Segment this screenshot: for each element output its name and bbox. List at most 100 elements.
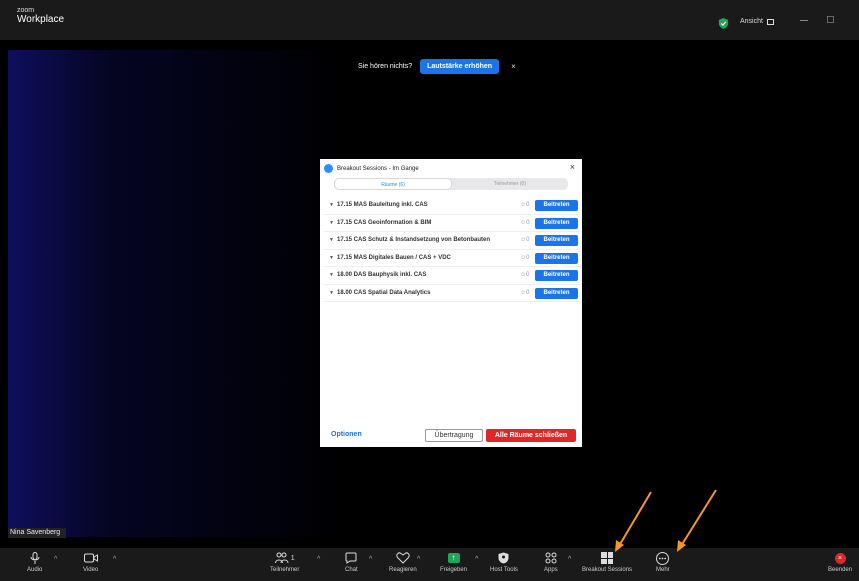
chat-bubble-icon: [345, 551, 357, 565]
audio-options-caret-icon[interactable]: ^: [54, 556, 57, 563]
chat-label: Chat: [345, 567, 358, 573]
room-participant-count: ☺0: [520, 237, 530, 244]
host-tools-button[interactable]: Host Tools: [490, 551, 518, 573]
room-name: 18.00 CAS Spatial Data Analytics: [337, 289, 431, 296]
room-count-value: 0: [526, 272, 530, 279]
audio-label: Audio: [27, 567, 43, 573]
react-options-caret-icon[interactable]: ^: [417, 556, 420, 563]
dialog-footer: Optionen Übertragung Alle Räume schließe…: [320, 429, 582, 443]
dialog-tabs: Räume (6) Teilnehmer (0): [334, 178, 568, 190]
end-label: Beenden: [828, 567, 853, 573]
view-button[interactable]: Ansicht: [740, 18, 774, 25]
join-room-button[interactable]: Beitreten: [535, 270, 578, 281]
join-room-button[interactable]: Beitreten: [535, 252, 578, 264]
join-room-button[interactable]: Beitreten: [535, 217, 578, 229]
participant-name-label: Nina Savenberg: [8, 528, 66, 538]
breakout-sessions-label: Breakout Sessions: [582, 567, 633, 573]
room-name: 17.15 CAS Schutz & Instandsetzung von Be…: [337, 237, 491, 244]
apps-button[interactable]: Apps: [544, 551, 558, 573]
dialog-title-text: Breakout Sessions - Im Gange: [337, 165, 419, 172]
maximize-icon[interactable]: [827, 16, 834, 23]
chat-options-caret-icon[interactable]: ^: [369, 556, 372, 563]
tab-participants[interactable]: Teilnehmer (0): [452, 178, 568, 190]
chat-button[interactable]: Chat: [345, 551, 358, 573]
more-button[interactable]: Mehr: [656, 551, 670, 573]
share-options-caret-icon[interactable]: ^: [475, 556, 478, 563]
room-name: 17.15 MAS Digitales Bauen / CAS + VDC: [337, 254, 451, 261]
close-all-rooms-button[interactable]: Alle Räume schließen: [486, 429, 576, 442]
room-item[interactable]: ▼ 17.15 CAS Schutz & Instandsetzung von …: [324, 232, 580, 250]
audio-button[interactable]: Audio: [27, 551, 42, 573]
join-room-button[interactable]: Beitreten: [535, 235, 578, 246]
room-item[interactable]: ▼ 17.15 CAS Geoinformation & BIM ☺0 Beit…: [324, 215, 580, 232]
heart-reaction-icon: [396, 551, 410, 565]
room-name: 17.15 CAS Geoinformation & BIM: [337, 219, 432, 226]
room-item[interactable]: ▼ 17.15 MAS Digitales Bauen / CAS + VDC …: [324, 250, 580, 267]
end-meeting-button[interactable]: × Beenden: [828, 551, 852, 573]
video-button[interactable]: Video: [83, 551, 98, 573]
apps-icon: [545, 551, 557, 565]
host-tools-shield-icon: [498, 551, 509, 565]
join-room-button[interactable]: Beitreten: [535, 200, 578, 211]
expand-caret-icon[interactable]: ▼: [329, 202, 337, 208]
participants-count: 1: [290, 554, 295, 562]
breakout-sessions-dialog: Breakout Sessions - Im Gange × Räume (6)…: [320, 159, 582, 447]
microphone-icon: [30, 551, 40, 565]
apps-label: Apps: [544, 567, 558, 573]
share-label: Freigeben: [440, 567, 468, 573]
room-count-value: 0: [526, 254, 530, 261]
more-dots-icon: [656, 551, 670, 565]
meeting-toolbar: [0, 548, 859, 581]
expand-caret-icon[interactable]: ▼: [329, 272, 337, 278]
options-link[interactable]: Optionen: [331, 431, 362, 438]
zoom-logo: zoom Workplace: [17, 7, 64, 25]
react-button[interactable]: Reagieren: [389, 551, 417, 573]
expand-caret-icon[interactable]: ▼: [329, 220, 337, 226]
expand-caret-icon[interactable]: ▼: [329, 237, 337, 243]
room-name: 18.00 DAS Bauphysik inkl. CAS: [337, 272, 427, 279]
room-name: 17.15 MAS Bauleitung inkl. CAS: [337, 202, 428, 209]
react-label: Reagieren: [389, 567, 417, 573]
expand-caret-icon[interactable]: ▼: [329, 290, 337, 296]
view-grid-icon: [766, 18, 774, 25]
close-notice-icon[interactable]: ×: [511, 62, 516, 71]
audio-notice-text: Sie hören nichts?: [358, 63, 413, 70]
minimize-icon[interactable]: [800, 20, 808, 21]
room-count-value: 0: [526, 289, 530, 296]
dialog-close-icon[interactable]: ×: [570, 162, 575, 172]
participants-button[interactable]: 1 Teilnehmer: [270, 551, 299, 573]
room-item[interactable]: ▼ 17.15 MAS Bauleitung inkl. CAS ☺0 Beit…: [324, 197, 580, 215]
room-count-value: 0: [526, 237, 530, 244]
share-button[interactable]: ↑ Freigeben: [440, 551, 467, 573]
room-count-value: 0: [526, 202, 530, 209]
room-participant-count: ☺0: [520, 289, 530, 296]
zoom-app-icon: [324, 164, 333, 173]
room-participant-count: ☺0: [520, 254, 530, 261]
room-item[interactable]: ▼ 18.00 DAS Bauphysik inkl. CAS ☺0 Beitr…: [324, 267, 580, 285]
end-meeting-icon: ×: [834, 551, 846, 565]
room-list: ▼ 17.15 MAS Bauleitung inkl. CAS ☺0 Beit…: [324, 197, 580, 302]
view-label: Ansicht: [740, 18, 763, 25]
share-screen-icon: ↑: [447, 551, 460, 565]
video-options-caret-icon[interactable]: ^: [113, 556, 116, 563]
expand-caret-icon[interactable]: ▼: [329, 255, 337, 261]
room-participant-count: ☺0: [520, 272, 530, 279]
tab-rooms[interactable]: Räume (6): [334, 178, 452, 190]
room-count-value: 0: [526, 219, 530, 226]
participants-icon: 1: [274, 551, 295, 565]
encryption-shield-icon[interactable]: [718, 18, 729, 29]
increase-volume-button[interactable]: Lautstärke erhöhen: [420, 59, 500, 74]
broadcast-button[interactable]: Übertragung: [425, 429, 483, 442]
video-camera-icon: [83, 551, 98, 565]
apps-options-caret-icon[interactable]: ^: [568, 556, 571, 563]
logo-small-text: zoom: [17, 7, 35, 14]
audio-notice: Sie hören nichts? Lautstärke erhöhen ×: [358, 59, 516, 74]
participants-options-caret-icon[interactable]: ^: [317, 556, 320, 563]
room-item[interactable]: ▼ 18.00 CAS Spatial Data Analytics ☺0 Be…: [324, 285, 580, 302]
more-label: Mehr: [656, 567, 670, 573]
host-tools-label: Host Tools: [490, 567, 518, 573]
join-room-button[interactable]: Beitreten: [535, 287, 578, 299]
room-participant-count: ☺0: [520, 202, 530, 209]
room-participant-count: ☺0: [520, 219, 530, 226]
breakout-sessions-button[interactable]: Breakout Sessions: [582, 551, 632, 573]
